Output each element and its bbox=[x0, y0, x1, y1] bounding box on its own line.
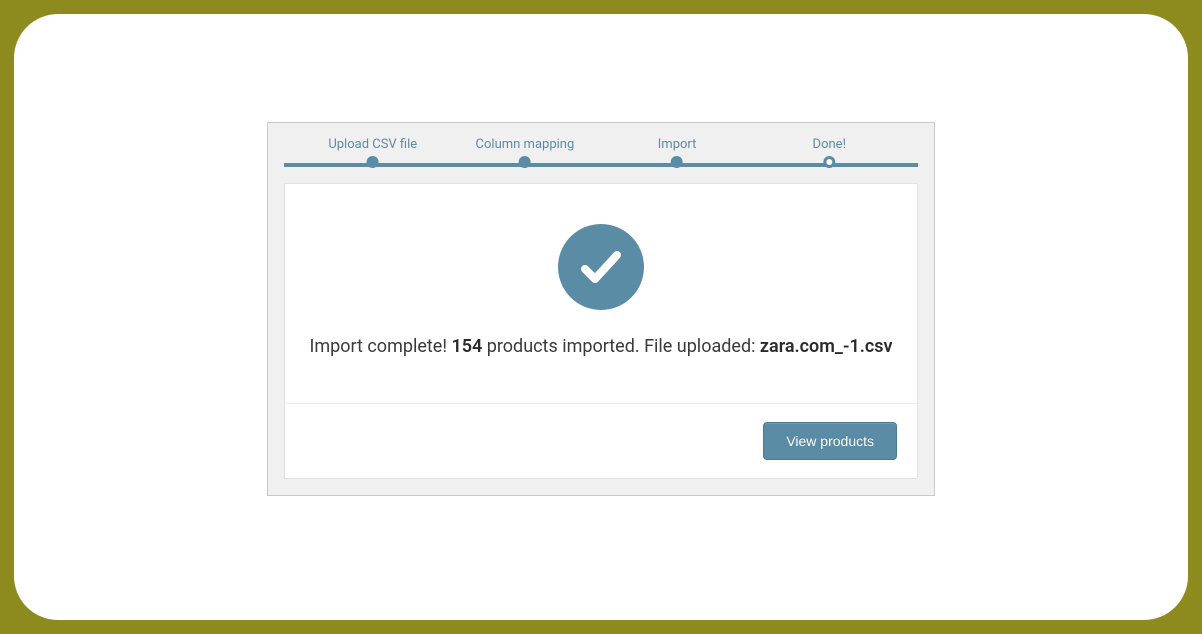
content-main: Import complete! 154 products imported. … bbox=[285, 184, 917, 403]
import-panel: Upload CSV file Column mapping Import Do… bbox=[267, 122, 935, 496]
stepper: Upload CSV file Column mapping Import Do… bbox=[284, 137, 918, 169]
status-count: 154 bbox=[451, 336, 482, 357]
content-footer: View products bbox=[285, 403, 917, 478]
status-prefix: Import complete! bbox=[309, 336, 451, 357]
outer-card: Upload CSV file Column mapping Import Do… bbox=[14, 14, 1188, 620]
status-message: Import complete! 154 products imported. … bbox=[309, 334, 893, 359]
content-card: Import complete! 154 products imported. … bbox=[284, 183, 918, 479]
step-label: Done! bbox=[813, 137, 846, 152]
step-dot-current-icon bbox=[823, 156, 835, 168]
step-import: Import bbox=[658, 137, 697, 166]
step-done: Done! bbox=[813, 137, 846, 166]
status-mid: products imported. File uploaded: bbox=[482, 336, 760, 357]
step-column-mapping: Column mapping bbox=[476, 137, 575, 166]
status-filename: zara.com_-1.csv bbox=[760, 336, 893, 357]
success-check-icon bbox=[558, 224, 644, 310]
step-upload: Upload CSV file bbox=[328, 137, 417, 166]
step-label: Upload CSV file bbox=[328, 137, 417, 152]
view-products-button[interactable]: View products bbox=[763, 422, 897, 460]
step-label: Column mapping bbox=[476, 137, 575, 152]
step-label: Import bbox=[658, 137, 697, 152]
